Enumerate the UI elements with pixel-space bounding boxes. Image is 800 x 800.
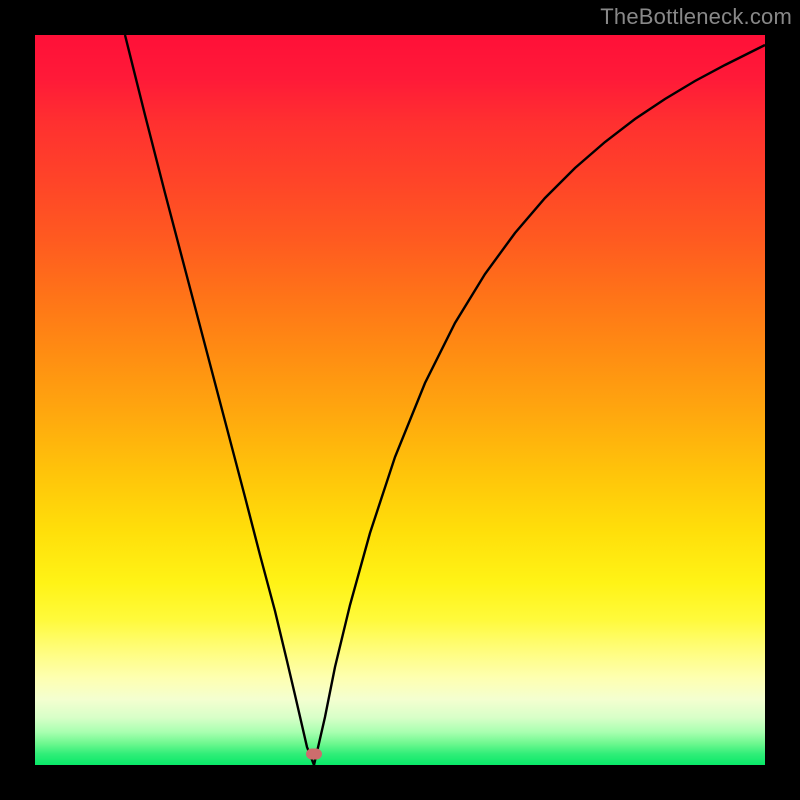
minimum-marker xyxy=(306,749,322,760)
plot-area xyxy=(35,35,765,765)
curve-path xyxy=(125,35,765,765)
bottleneck-curve xyxy=(35,35,765,765)
watermark-text: TheBottleneck.com xyxy=(600,4,792,30)
chart-frame: TheBottleneck.com xyxy=(0,0,800,800)
